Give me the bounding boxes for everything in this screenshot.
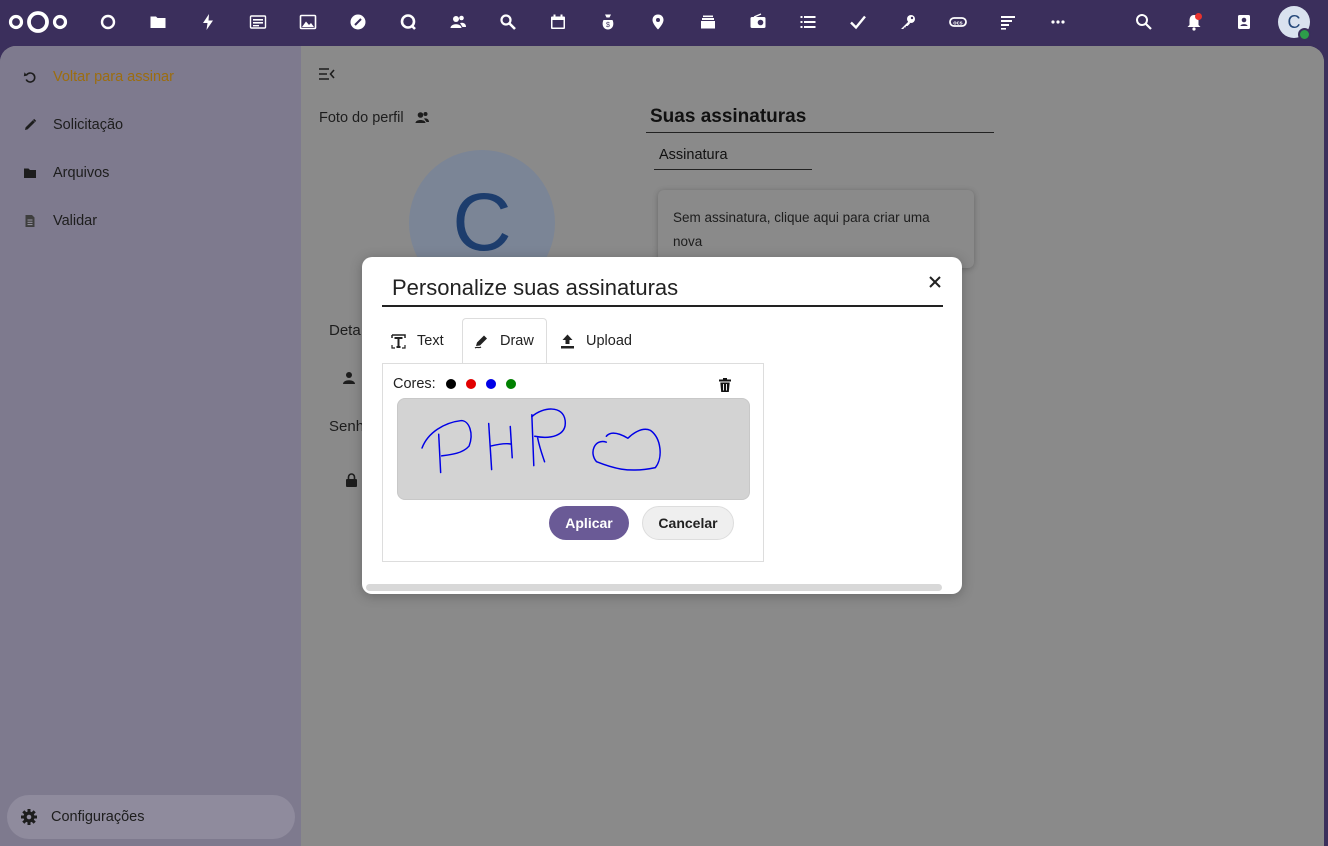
profile-photo-label: Foto do perfil [319, 110, 430, 126]
cancel-button[interactable]: Cancelar [642, 506, 734, 540]
tab-upload[interactable]: Upload [559, 318, 632, 364]
notes-icon[interactable] [997, 11, 1019, 33]
horizontal-scrollbar[interactable] [366, 584, 942, 591]
dashboard-icon[interactable] [97, 11, 119, 33]
draw-icon [474, 335, 487, 349]
maps-icon[interactable] [647, 11, 669, 33]
checklist-icon[interactable] [847, 11, 869, 33]
news-icon[interactable] [747, 11, 769, 33]
gear-icon [21, 809, 37, 825]
password-heading: Senh [329, 418, 365, 435]
sidebar-item-label: Arquivos [53, 165, 110, 181]
signatures-heading: Suas assinaturas [646, 106, 994, 133]
search-apps-icon[interactable] [497, 11, 519, 33]
nextcloud-logo[interactable] [8, 9, 68, 35]
contacts-menu-icon[interactable] [1233, 11, 1255, 33]
talk-icon[interactable] [397, 11, 419, 33]
upload-icon [561, 334, 574, 348]
close-icon [929, 276, 941, 288]
photos-icon[interactable] [297, 11, 319, 33]
document-icon [20, 211, 40, 231]
tab-label: Text [417, 333, 444, 349]
profile-photo-text: Foto do perfil [319, 110, 404, 126]
trash-icon[interactable] [717, 377, 733, 393]
tab-signature[interactable]: Assinatura [654, 147, 812, 170]
cospend-icon[interactable]: $ [597, 11, 619, 33]
files-icon[interactable] [147, 11, 169, 33]
sidebar: Voltar para assinar Solicitação Arquivos… [0, 46, 301, 846]
color-picker: Cores: [393, 376, 516, 392]
tab-text[interactable]: Text [390, 318, 444, 364]
svg-text:$: $ [606, 22, 610, 29]
folder-icon [20, 163, 40, 183]
sidebar-item-label: Validar [53, 213, 98, 229]
color-swatch-black[interactable] [445, 379, 456, 389]
bookmarks-icon[interactable] [247, 11, 269, 33]
sidebar-item-label: Voltar para assinar [53, 69, 174, 85]
passwords-icon[interactable] [897, 11, 919, 33]
more-apps-icon[interactable] [1047, 11, 1069, 33]
settings-label: Configurações [51, 809, 145, 825]
activity-icon[interactable] [197, 11, 219, 33]
tasks-icon[interactable] [797, 11, 819, 33]
tab-label: Draw [500, 333, 534, 349]
drawing-canvas[interactable] [397, 398, 750, 500]
color-swatch-green[interactable] [505, 379, 516, 389]
undo-icon [20, 67, 40, 87]
user-icon [343, 372, 355, 384]
close-button[interactable] [924, 271, 946, 293]
online-status-dot [1298, 28, 1311, 41]
tab-label: Upload [586, 333, 632, 349]
sidebar-item-files[interactable]: Arquivos [20, 161, 109, 185]
sidebar-item-request[interactable]: Solicitação [20, 113, 123, 137]
sidebar-item-label: Solicitação [53, 117, 124, 133]
profile-avatar-initial: C [452, 177, 512, 268]
signature-dialog: Personalize suas assinaturas Text Draw U… [362, 257, 962, 594]
mail-icon[interactable] [347, 11, 369, 33]
office-icon[interactable]: ocs [947, 11, 969, 33]
lock-icon [346, 473, 357, 487]
sidebar-item-validate[interactable]: Validar [20, 209, 97, 233]
svg-text:ocs: ocs [953, 21, 962, 27]
color-swatch-red[interactable] [465, 379, 476, 389]
group-icon [415, 112, 429, 123]
search-icon[interactable] [1133, 11, 1155, 33]
sidebar-item-back-to-sign[interactable]: Voltar para assinar [20, 65, 174, 89]
contacts-icon[interactable] [447, 11, 469, 33]
deck-icon[interactable] [697, 11, 719, 33]
pencil-icon [20, 115, 40, 135]
color-swatch-blue[interactable] [485, 379, 496, 389]
toggle-navigation-icon[interactable] [318, 66, 336, 82]
dialog-title: Personalize suas assinaturas [382, 275, 943, 307]
text-icon [391, 333, 406, 349]
calendar-icon[interactable] [547, 11, 569, 33]
draw-panel: Cores: Aplicar Cancelar [382, 363, 764, 562]
settings-button[interactable]: Configurações [7, 795, 295, 839]
notification-badge [1195, 13, 1202, 20]
colors-label: Cores: [393, 376, 436, 392]
apply-button[interactable]: Aplicar [549, 506, 629, 540]
top-bar: $ ocs C [0, 0, 1328, 46]
tab-draw[interactable]: Draw [462, 318, 547, 364]
details-heading: Deta [329, 322, 361, 339]
